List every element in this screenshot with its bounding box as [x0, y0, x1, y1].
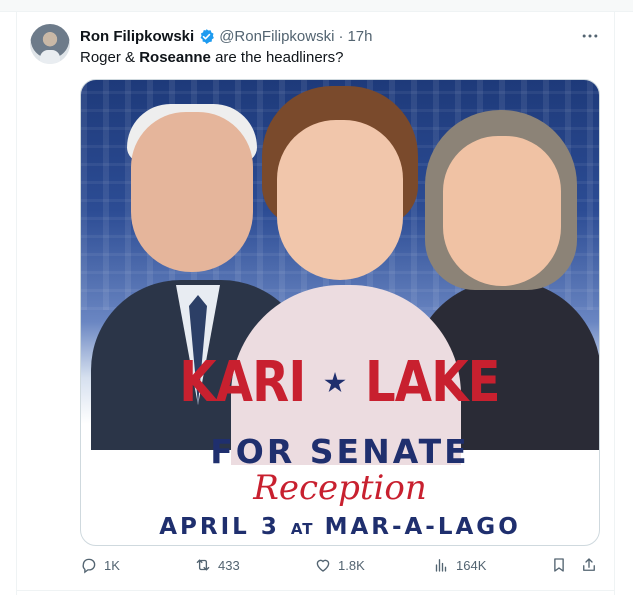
- kari-figure-head: [277, 120, 403, 280]
- tweet-text-part1: Roger &: [80, 49, 140, 66]
- repost-count: 433: [218, 557, 240, 573]
- poster-date: APRIL 3: [159, 514, 280, 540]
- more-icon[interactable]: [578, 26, 602, 46]
- right-frame: [614, 12, 633, 595]
- poster-subtitle: FOR SENATE: [210, 432, 470, 471]
- verified-badge-icon[interactable]: [198, 28, 215, 45]
- reply-icon: [82, 558, 96, 574]
- poster-at: AT: [290, 520, 314, 538]
- like-icon: [316, 559, 330, 572]
- tweet-timestamp[interactable]: 17h: [347, 28, 372, 45]
- tweet-text: Roger & Roseanne are the headliners?: [80, 48, 344, 68]
- poster-name-left: KARI: [179, 350, 307, 415]
- like-count: 1.8K: [338, 557, 365, 573]
- tweet-text-part2: are the headliners?: [210, 49, 344, 66]
- author-avatar[interactable]: [30, 24, 70, 64]
- tweet-text-bold: Roseanne: [139, 49, 211, 66]
- like-button[interactable]: 1.8K: [314, 556, 365, 574]
- roseanne-figure-head: [443, 136, 561, 286]
- meta-separator: ·: [338, 27, 344, 45]
- share-button[interactable]: [580, 556, 598, 574]
- poster-name-right: LAKE: [364, 350, 501, 415]
- views-count: 164K: [456, 557, 487, 573]
- tweet-actions: 1K 433 1.8K 164K: [80, 556, 604, 578]
- poster-date-line: APRIL 3 AT MAR-A-LAGO: [81, 514, 599, 540]
- share-icon: [583, 558, 595, 571]
- star-icon: [324, 372, 346, 393]
- author-handle[interactable]: @RonFilipkowski: [219, 28, 334, 45]
- left-frame: [0, 12, 17, 595]
- views-button[interactable]: 164K: [432, 556, 486, 574]
- author-display-name[interactable]: Ron Filipkowski: [80, 28, 194, 45]
- reply-count: 1K: [104, 557, 120, 573]
- bottom-frame: [16, 590, 614, 596]
- bookmark-icon: [554, 558, 564, 572]
- poster-venue: MAR-A-LAGO: [324, 514, 521, 540]
- top-frame: [0, 0, 633, 12]
- reply-button[interactable]: 1K: [80, 556, 120, 574]
- tweet-header: Ron Filipkowski @RonFilipkowski · 17h: [80, 26, 372, 46]
- poster-title: KARI LAKE: [81, 353, 599, 413]
- views-icon: [435, 559, 447, 572]
- roger-figure-head: [131, 112, 253, 272]
- tweet-media-image[interactable]: KARI LAKE FOR SENATE Reception APRIL 3 A…: [80, 79, 600, 546]
- poster-reception: Reception: [253, 468, 427, 508]
- bookmark-button[interactable]: [550, 556, 568, 574]
- repost-button[interactable]: 433: [194, 556, 240, 574]
- repost-icon: [196, 559, 210, 571]
